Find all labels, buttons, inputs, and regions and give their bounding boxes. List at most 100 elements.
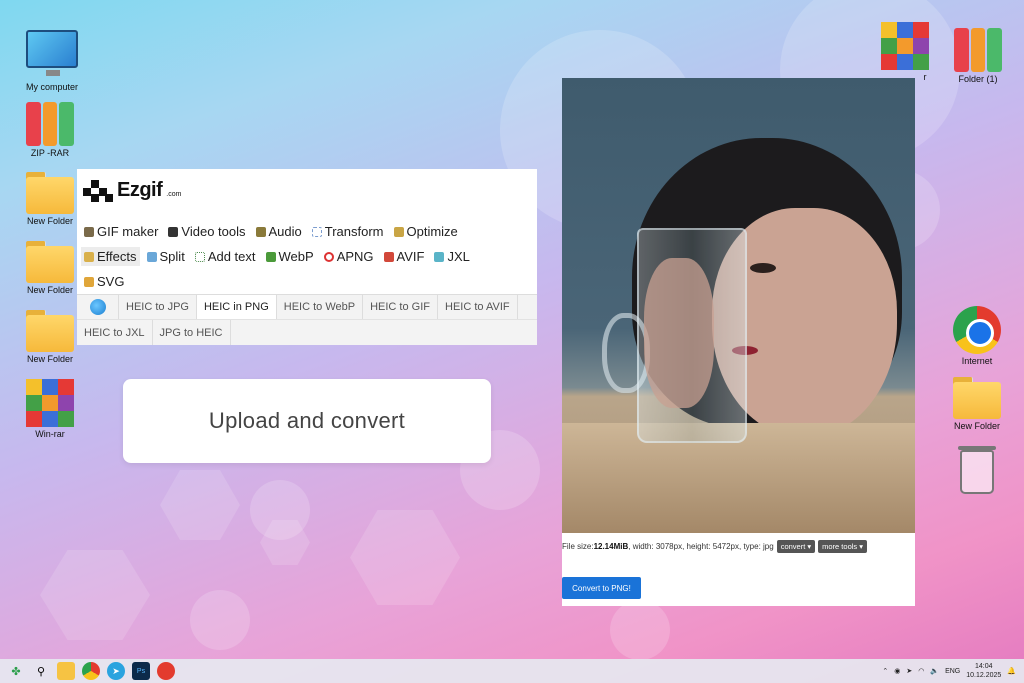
clock-date: 10.12.2025 (966, 672, 1002, 679)
nav-transform[interactable]: Transform (309, 222, 387, 241)
nav-label: Audio (268, 224, 302, 239)
preview-image (562, 78, 915, 533)
chrome-icon (953, 306, 1001, 354)
ezgif-logo-text: Ezgif (117, 179, 163, 201)
nav-effects[interactable]: Effects (81, 247, 140, 266)
folder-icon (26, 310, 74, 352)
upload-label: Upload and convert (208, 408, 406, 433)
taskbar: ✤ ⚲ ➤ Ps ⌃ ◉ ➤ ◠ 🔈 ENG 14:04 10.12.2025 … (0, 659, 1024, 683)
photoshop-icon[interactable]: Ps (132, 662, 150, 680)
avif-icon (383, 251, 394, 262)
file-info: File size: 12.14MiB, width: 3078px, heig… (562, 540, 915, 553)
search-icon[interactable]: ⚲ (32, 662, 50, 680)
background-hexagon (160, 470, 240, 540)
nav-label: JXL (447, 249, 470, 264)
background-bubble (610, 600, 670, 660)
convert-dropdown[interactable]: convert ▾ (776, 540, 816, 553)
ezgif-logo[interactable]: Ezgif .com (83, 179, 181, 202)
desktop-icon-label: ZIP -RAR (30, 148, 70, 158)
clock-time: 14:04 (974, 663, 993, 670)
file-size-label: File size: (562, 542, 594, 551)
tab-jpg-to-heic[interactable]: JPG to HEIC (153, 320, 231, 345)
nav-svg[interactable]: SVG (81, 272, 127, 291)
tab-heic-to-webp[interactable]: HEIC to WebP (277, 295, 364, 319)
system-tray: ⌃ ◉ ➤ ◠ 🔈 ENG 14:04 10.12.2025 🔔 (882, 662, 1016, 680)
nav-video-tools[interactable]: Video tools (165, 222, 248, 241)
nav-apng[interactable]: APNG (321, 247, 377, 266)
folder-icon (26, 241, 74, 283)
desktop-icon-my-computer[interactable]: My computer (17, 30, 87, 92)
wifi-icon[interactable]: ◠ (918, 667, 924, 675)
jxl-icon (434, 251, 445, 262)
broom-icon (393, 226, 404, 237)
speaker-icon (255, 226, 266, 237)
nav-gif-maker[interactable]: GIF maker (81, 222, 161, 241)
nav-audio[interactable]: Audio (253, 222, 305, 241)
upload-and-convert-button[interactable]: Upload and convert (123, 379, 491, 463)
tab-heic-to-avif[interactable]: HEIC to AVIF (438, 295, 518, 319)
transform-icon (311, 226, 322, 237)
telegram-tray-icon[interactable]: ➤ (906, 667, 912, 675)
desktop-icon-zip-rar[interactable]: ZIP -RAR (15, 102, 85, 158)
chrome-taskbar-icon[interactable] (82, 662, 100, 680)
network-icon[interactable]: ◉ (894, 667, 900, 675)
nav-split[interactable]: Split (144, 247, 188, 266)
webp-icon (265, 251, 276, 262)
tab-heic-to-jxl[interactable]: HEIC to JXL (77, 320, 153, 345)
start-icon[interactable]: ✤ (7, 662, 25, 680)
desktop-icon-internet[interactable]: Internet (942, 306, 1012, 366)
nav-optimize[interactable]: Optimize (391, 222, 461, 241)
nav-label: Add text (207, 249, 256, 264)
nav-avif[interactable]: AVIF (381, 247, 428, 266)
app-icon[interactable] (157, 662, 175, 680)
svg-icon (84, 276, 94, 287)
desktop-icon-win-rar[interactable]: Win-rar (15, 379, 85, 439)
notification-icon[interactable]: 🔔 (1007, 667, 1016, 675)
wand-icon (84, 251, 94, 262)
desktop-icon-new-folder[interactable]: New Folder (15, 241, 85, 295)
tab-heic-to-gif[interactable]: HEIC to GIF (363, 295, 438, 319)
ezgif-panel: Ezgif .com GIF maker Video tools Audio T… (77, 169, 537, 345)
desktop-icon-label: New Folder (953, 421, 1000, 431)
desktop-icon-label: New Folder (26, 285, 73, 295)
binders-icon (954, 28, 1003, 72)
volume-icon[interactable]: 🔈 (930, 667, 939, 675)
clapper-icon (168, 226, 179, 237)
desktop-icon-recycle-bin[interactable] (942, 446, 1012, 494)
nav-add-text[interactable]: Add text (192, 247, 259, 266)
desktop-icon-rar[interactable]: r (870, 22, 940, 82)
more-tools-dropdown[interactable]: more tools ▾ (818, 540, 868, 553)
tab-heic-in-png[interactable]: HEIC in PNG (196, 295, 277, 319)
tab-heic-to-jpg[interactable]: HEIC to JPG (119, 295, 197, 319)
desktop-icon-label: Folder (1) (958, 74, 998, 84)
nav-label: Effects (97, 249, 137, 264)
nav-label: Video tools (181, 224, 246, 239)
file-explorer-icon[interactable] (57, 662, 75, 680)
language-indicator[interactable]: ENG (945, 668, 960, 675)
scissors-icon (146, 251, 157, 262)
globe-icon (89, 299, 106, 315)
preview-panel: File size: 12.14MiB, width: 3078px, heig… (562, 78, 915, 606)
desktop-icon-new-folder[interactable]: New Folder (942, 377, 1012, 431)
nav-webp[interactable]: WebP (263, 247, 317, 266)
chevron-up-icon[interactable]: ⌃ (882, 667, 888, 675)
nav-jxl[interactable]: JXL (431, 247, 472, 266)
nav-label: Transform (324, 224, 384, 239)
desktop-icon-new-folder[interactable]: New Folder (15, 172, 85, 226)
film-icon (84, 226, 94, 237)
desktop-icon-folder-1[interactable]: Folder (1) (943, 28, 1013, 84)
clock[interactable]: 14:04 10.12.2025 (966, 662, 1001, 680)
background-hexagon (350, 510, 460, 605)
winrar-icon (26, 379, 74, 427)
convert-to-png-button[interactable]: Convert to PNG! (562, 577, 641, 599)
nav-label: Optimize (406, 224, 458, 239)
desktop-icon-label: Internet (961, 356, 993, 366)
tab-home[interactable] (77, 295, 119, 319)
desktop-icon-new-folder[interactable]: New Folder (15, 310, 85, 364)
apng-icon (323, 251, 334, 262)
telegram-icon[interactable]: ➤ (107, 662, 125, 680)
nav-label: APNG (336, 249, 374, 264)
folder-icon (26, 172, 74, 214)
trash-icon (958, 446, 996, 494)
heic-tabs: HEIC to JPG HEIC in PNG HEIC to WebP HEI… (77, 294, 537, 345)
